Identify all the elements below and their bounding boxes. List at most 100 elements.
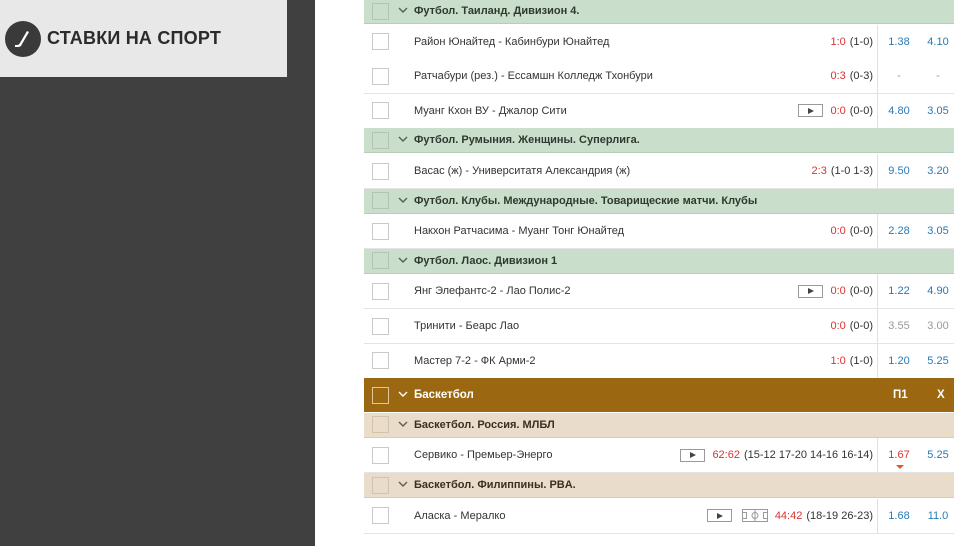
chevron-down-icon[interactable] <box>397 388 409 400</box>
match-row[interactable]: Аласка - Мералко 44:42 (18-19 26-23) 1.68 11… <box>364 498 954 534</box>
odds-divider <box>877 498 878 533</box>
league-checkbox[interactable] <box>372 252 389 270</box>
sport-header[interactable]: Баскетбол П1 Х <box>364 378 954 413</box>
match-field-icon[interactable] <box>742 509 768 523</box>
odd-p1[interactable]: 1.68 <box>884 510 914 522</box>
league-header[interactable]: Футбол. Таиланд. Дивизион 4. <box>364 0 954 24</box>
odd-x[interactable]: 3.20 <box>923 165 953 177</box>
league-checkbox[interactable] <box>372 192 389 210</box>
match-score: 0:3 (0-3) <box>830 70 873 82</box>
live-score: 2:3 <box>811 165 827 177</box>
match-name[interactable]: Мастер 7-2 - ФК Арми-2 <box>414 355 536 367</box>
odd-p1[interactable]: 1.20 <box>884 355 914 367</box>
live-score: 0:3 <box>830 70 846 83</box>
odd-p1[interactable]: 9.50 <box>884 165 914 177</box>
video-stream-button[interactable] <box>798 104 823 118</box>
match-name[interactable]: Тринити - Беарс Лао <box>414 320 519 332</box>
match-name[interactable]: Сервико - Премьер-Энерго <box>414 449 552 461</box>
chevron-down-icon[interactable] <box>397 133 409 145</box>
league-checkbox[interactable] <box>372 131 389 149</box>
league-header[interactable]: Футбол. Лаос. Дивизион 1 <box>364 248 954 274</box>
odd-x[interactable]: 4.90 <box>923 285 953 297</box>
match-checkbox[interactable] <box>372 282 389 300</box>
video-stream-button[interactable] <box>707 509 732 523</box>
chevron-down-icon[interactable] <box>397 478 409 490</box>
odd-p1[interactable]: - <box>884 70 914 82</box>
odds-divider <box>877 438 878 473</box>
odd-x[interactable]: - <box>923 70 953 82</box>
odd-p1[interactable]: 1.67 <box>884 449 914 461</box>
odd-x[interactable]: 3.05 <box>923 225 953 237</box>
match-score: 62:62 (15-12 17-20 14-16 16-14) <box>712 449 873 461</box>
live-score: 1:0 <box>830 354 846 367</box>
match-row[interactable]: Мастер 7-2 - ФК Арми-2 1:0 (1-0) 1.20 5.25 <box>364 343 954 379</box>
video-stream-button[interactable] <box>798 284 823 298</box>
match-row[interactable]: Васас (ж) - Университатя Александрия (ж)… <box>364 154 954 189</box>
match-checkbox[interactable] <box>372 33 389 51</box>
play-icon <box>807 107 814 114</box>
match-row[interactable]: Сервико - Премьер-Энерго 62:62 (15-12 17-2… <box>364 438 954 474</box>
match-row[interactable]: Муанг Кхон ВУ - Джалор Сити 0:0 (0-0) 4.80 3… <box>364 93 954 129</box>
odd-x[interactable]: 4.10 <box>923 36 953 48</box>
odd-p1[interactable]: 4.80 <box>884 105 914 117</box>
live-score: 0:0 <box>830 320 846 332</box>
chevron-down-icon[interactable] <box>397 4 409 16</box>
league-header[interactable]: Футбол. Румыния. Женщины. Суперлига. <box>364 128 954 154</box>
match-row[interactable]: Район Юнайтед - Кабинбури Юнайтед 1:0 (1-0… <box>364 24 954 60</box>
chevron-down-icon[interactable] <box>397 254 409 266</box>
match-name[interactable]: Район Юнайтед - Кабинбури Юнайтед <box>414 36 609 48</box>
league-title: Футбол. Лаос. Дивизион 1 <box>414 254 558 267</box>
score-detail: (18-19 26-23) <box>806 509 873 522</box>
match-name[interactable]: Муанг Кхон ВУ - Джалор Сити <box>414 105 567 117</box>
odd-x[interactable]: 3.05 <box>923 105 953 117</box>
match-name[interactable]: Аласка - Мералко <box>414 510 505 522</box>
sidebar: СТАВКИ НА СПОРТ <box>0 0 315 546</box>
match-row[interactable]: Ратчабури (рез.) - Ессамшн Колледж Тхонб… <box>364 59 954 95</box>
match-checkbox[interactable] <box>372 162 389 180</box>
match-row[interactable]: Накхон Ратчасима - Муанг Тонг Юнайтед 0:0… <box>364 214 954 250</box>
chevron-down-icon[interactable] <box>397 418 409 430</box>
league-checkbox[interactable] <box>372 2 389 20</box>
league-title: Баскетбол. Россия. МЛБЛ <box>414 418 555 431</box>
match-score: 0:0 (0-0) <box>830 320 873 332</box>
match-name[interactable]: Ратчабури (рез.) - Ессамшн Колледж Тхонб… <box>414 70 653 82</box>
league-checkbox[interactable] <box>372 476 389 494</box>
league-checkbox[interactable] <box>372 416 389 434</box>
sport-checkbox[interactable] <box>372 386 389 404</box>
match-checkbox[interactable] <box>372 352 389 370</box>
match-name[interactable]: Накхон Ратчасима - Муанг Тонг Юнайтед <box>414 225 624 237</box>
odd-x[interactable]: 3.00 <box>923 320 953 332</box>
column-p1-label: П1 <box>893 389 908 402</box>
score-detail: (15-12 17-20 14-16 16-14) <box>743 449 873 462</box>
score-detail: (1-0) <box>849 35 873 48</box>
odd-p1[interactable]: 1.22 <box>884 285 914 297</box>
match-name[interactable]: Васас (ж) - Университатя Александрия (ж) <box>414 165 630 177</box>
match-checkbox[interactable] <box>372 222 389 240</box>
video-stream-button[interactable] <box>680 448 705 462</box>
match-row[interactable]: Янг Элефантс-2 - Лао Полис-2 0:0 (0-0) 1.22… <box>364 274 954 310</box>
match-checkbox[interactable] <box>372 102 389 120</box>
match-checkbox[interactable] <box>372 67 389 85</box>
score-detail: (1-0 1-3) <box>830 165 873 177</box>
chevron-down-icon[interactable] <box>397 194 409 206</box>
odd-p1[interactable]: 3.55 <box>884 320 914 332</box>
live-score: 44:42 <box>774 509 803 522</box>
match-name[interactable]: Янг Элефантс-2 - Лао Полис-2 <box>414 285 571 297</box>
match-checkbox[interactable] <box>372 507 389 525</box>
odd-x[interactable]: 5.25 <box>923 355 953 367</box>
odd-p1[interactable]: 1.38 <box>884 36 914 48</box>
league-title: Баскетбол. Филиппины. PBA. <box>414 479 576 491</box>
match-checkbox[interactable] <box>372 317 389 335</box>
league-header[interactable]: Футбол. Клубы. Международные. Товарищеск… <box>364 188 954 214</box>
match-checkbox[interactable] <box>372 446 389 464</box>
odd-x[interactable]: 11.0 <box>923 510 953 522</box>
league-header[interactable]: Баскетбол. Россия. МЛБЛ <box>364 412 954 438</box>
odd-x[interactable]: 5.25 <box>923 449 953 461</box>
league-header[interactable]: Баскетбол. Филиппины. PBA. <box>364 473 954 498</box>
match-score: 1:0 (1-0) <box>830 355 873 367</box>
odd-p1[interactable]: 2.28 <box>884 225 914 237</box>
match-row[interactable]: Тринити - Беарс Лао 0:0 (0-0) 3.55 3.00 <box>364 309 954 344</box>
live-score: 0:0 <box>830 285 846 298</box>
league-title: Футбол. Клубы. Международные. Товарищеск… <box>414 194 758 207</box>
sports-betting-link[interactable]: СТАВКИ НА СПОРТ <box>0 0 287 77</box>
